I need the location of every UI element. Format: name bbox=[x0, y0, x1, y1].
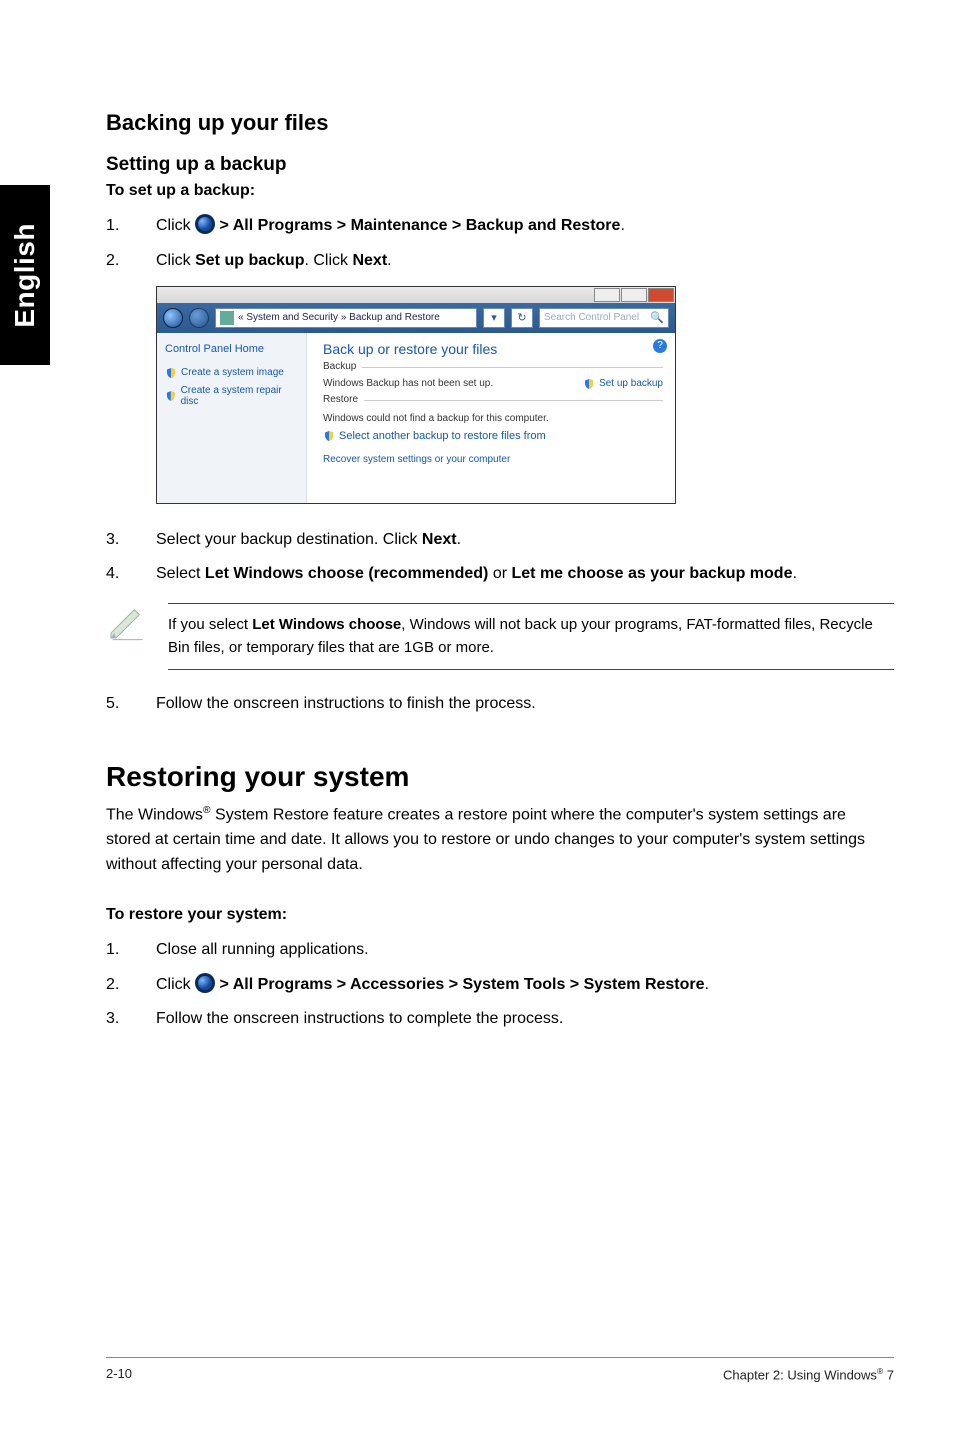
shield-icon bbox=[583, 378, 595, 390]
step-body: Click Set up backup. Click Next. bbox=[156, 249, 894, 274]
explorer-header: « System and Security » Backup and Resto… bbox=[157, 303, 675, 333]
pencil-icon bbox=[106, 603, 146, 643]
window-titlebar bbox=[157, 287, 675, 303]
step-number: 2. bbox=[106, 249, 156, 274]
shield-icon bbox=[165, 390, 177, 402]
main-panel: ? Back up or restore your files Backup W… bbox=[307, 333, 675, 503]
backup-group-label: Backup bbox=[323, 361, 362, 372]
refresh-icon[interactable]: ↻ bbox=[511, 308, 533, 328]
start-icon bbox=[195, 214, 215, 234]
language-tab: English bbox=[0, 185, 50, 365]
step-body: Select your backup destination. Click Ne… bbox=[156, 528, 894, 553]
label-to-setup: To set up a backup: bbox=[106, 182, 894, 200]
step-body: Select Let Windows choose (recommended) … bbox=[156, 562, 894, 587]
refresh-button[interactable]: ▾ bbox=[483, 308, 505, 328]
step-body: Follow the onscreen instructions to comp… bbox=[156, 1007, 894, 1032]
step-number: 3. bbox=[106, 528, 156, 553]
recover-system-link[interactable]: Recover system settings or your computer bbox=[323, 454, 663, 465]
search-input[interactable]: Search Control Panel🔍 bbox=[539, 308, 669, 328]
panel-title: Back up or restore your files bbox=[323, 341, 663, 357]
page-content: Backing up your files Setting up a backu… bbox=[0, 0, 954, 1032]
step-number: 4. bbox=[106, 562, 156, 587]
step-number: 5. bbox=[106, 692, 156, 717]
step-body: Close all running applications. bbox=[156, 938, 894, 963]
steps-setup-continued: 3. Select your backup destination. Click… bbox=[106, 528, 894, 588]
backup-status-text: Windows Backup has not been set up. bbox=[323, 378, 493, 389]
steps-setup: 1. Click > All Programs > Maintenance > … bbox=[106, 214, 894, 274]
step-5: 5. Follow the onscreen instructions to f… bbox=[106, 692, 894, 717]
help-icon[interactable]: ? bbox=[653, 339, 667, 353]
sidebar: Control Panel Home Create a system image… bbox=[157, 333, 307, 503]
breadcrumb[interactable]: « System and Security » Backup and Resto… bbox=[215, 308, 477, 328]
create-system-image-link[interactable]: Create a system image bbox=[165, 367, 298, 379]
restoring-description: The Windows® System Restore feature crea… bbox=[106, 803, 894, 878]
forward-button[interactable] bbox=[189, 308, 209, 328]
restore-group-label: Restore bbox=[323, 394, 364, 405]
step-number: 2. bbox=[106, 973, 156, 998]
step-body: Click > All Programs > Maintenance > Bac… bbox=[156, 214, 894, 239]
select-another-backup-link[interactable]: Select another backup to restore files f… bbox=[323, 430, 663, 442]
close-button[interactable] bbox=[648, 288, 674, 302]
set-up-backup-link[interactable]: Set up backup bbox=[583, 378, 663, 390]
page-number: 2-10 bbox=[106, 1366, 132, 1382]
back-button[interactable] bbox=[163, 308, 183, 328]
step-number: 3. bbox=[106, 1007, 156, 1032]
note-text: If you select Let Windows choose, Window… bbox=[168, 603, 894, 670]
minimize-button[interactable] bbox=[594, 288, 620, 302]
search-icon: 🔍 bbox=[650, 311, 664, 324]
step-body: Follow the onscreen instructions to fini… bbox=[156, 692, 894, 717]
step-body: Click > All Programs > Accessories > Sys… bbox=[156, 973, 894, 998]
heading-backing-up: Backing up your files bbox=[106, 110, 894, 136]
note-block: If you select Let Windows choose, Window… bbox=[106, 603, 894, 670]
shield-icon bbox=[323, 430, 335, 442]
restore-status-text: Windows could not find a backup for this… bbox=[323, 413, 663, 424]
label-to-restore: To restore your system: bbox=[106, 906, 894, 924]
step-number: 1. bbox=[106, 214, 156, 239]
heading-setting-up: Setting up a backup bbox=[106, 154, 894, 176]
maximize-button[interactable] bbox=[621, 288, 647, 302]
screenshot-backup-restore: « System and Security » Backup and Resto… bbox=[156, 286, 676, 504]
control-panel-home-link[interactable]: Control Panel Home bbox=[165, 343, 298, 355]
shield-icon bbox=[165, 367, 177, 379]
page-footer: 2-10 Chapter 2: Using Windows® 7 bbox=[106, 1357, 894, 1382]
heading-restoring: Restoring your system bbox=[106, 761, 894, 793]
create-repair-disc-link[interactable]: Create a system repair disc bbox=[165, 385, 298, 407]
steps-restore: 1. Close all running applications. 2. Cl… bbox=[106, 938, 894, 1032]
start-icon bbox=[195, 973, 215, 993]
step-number: 1. bbox=[106, 938, 156, 963]
chapter-label: Chapter 2: Using Windows® 7 bbox=[723, 1366, 894, 1382]
